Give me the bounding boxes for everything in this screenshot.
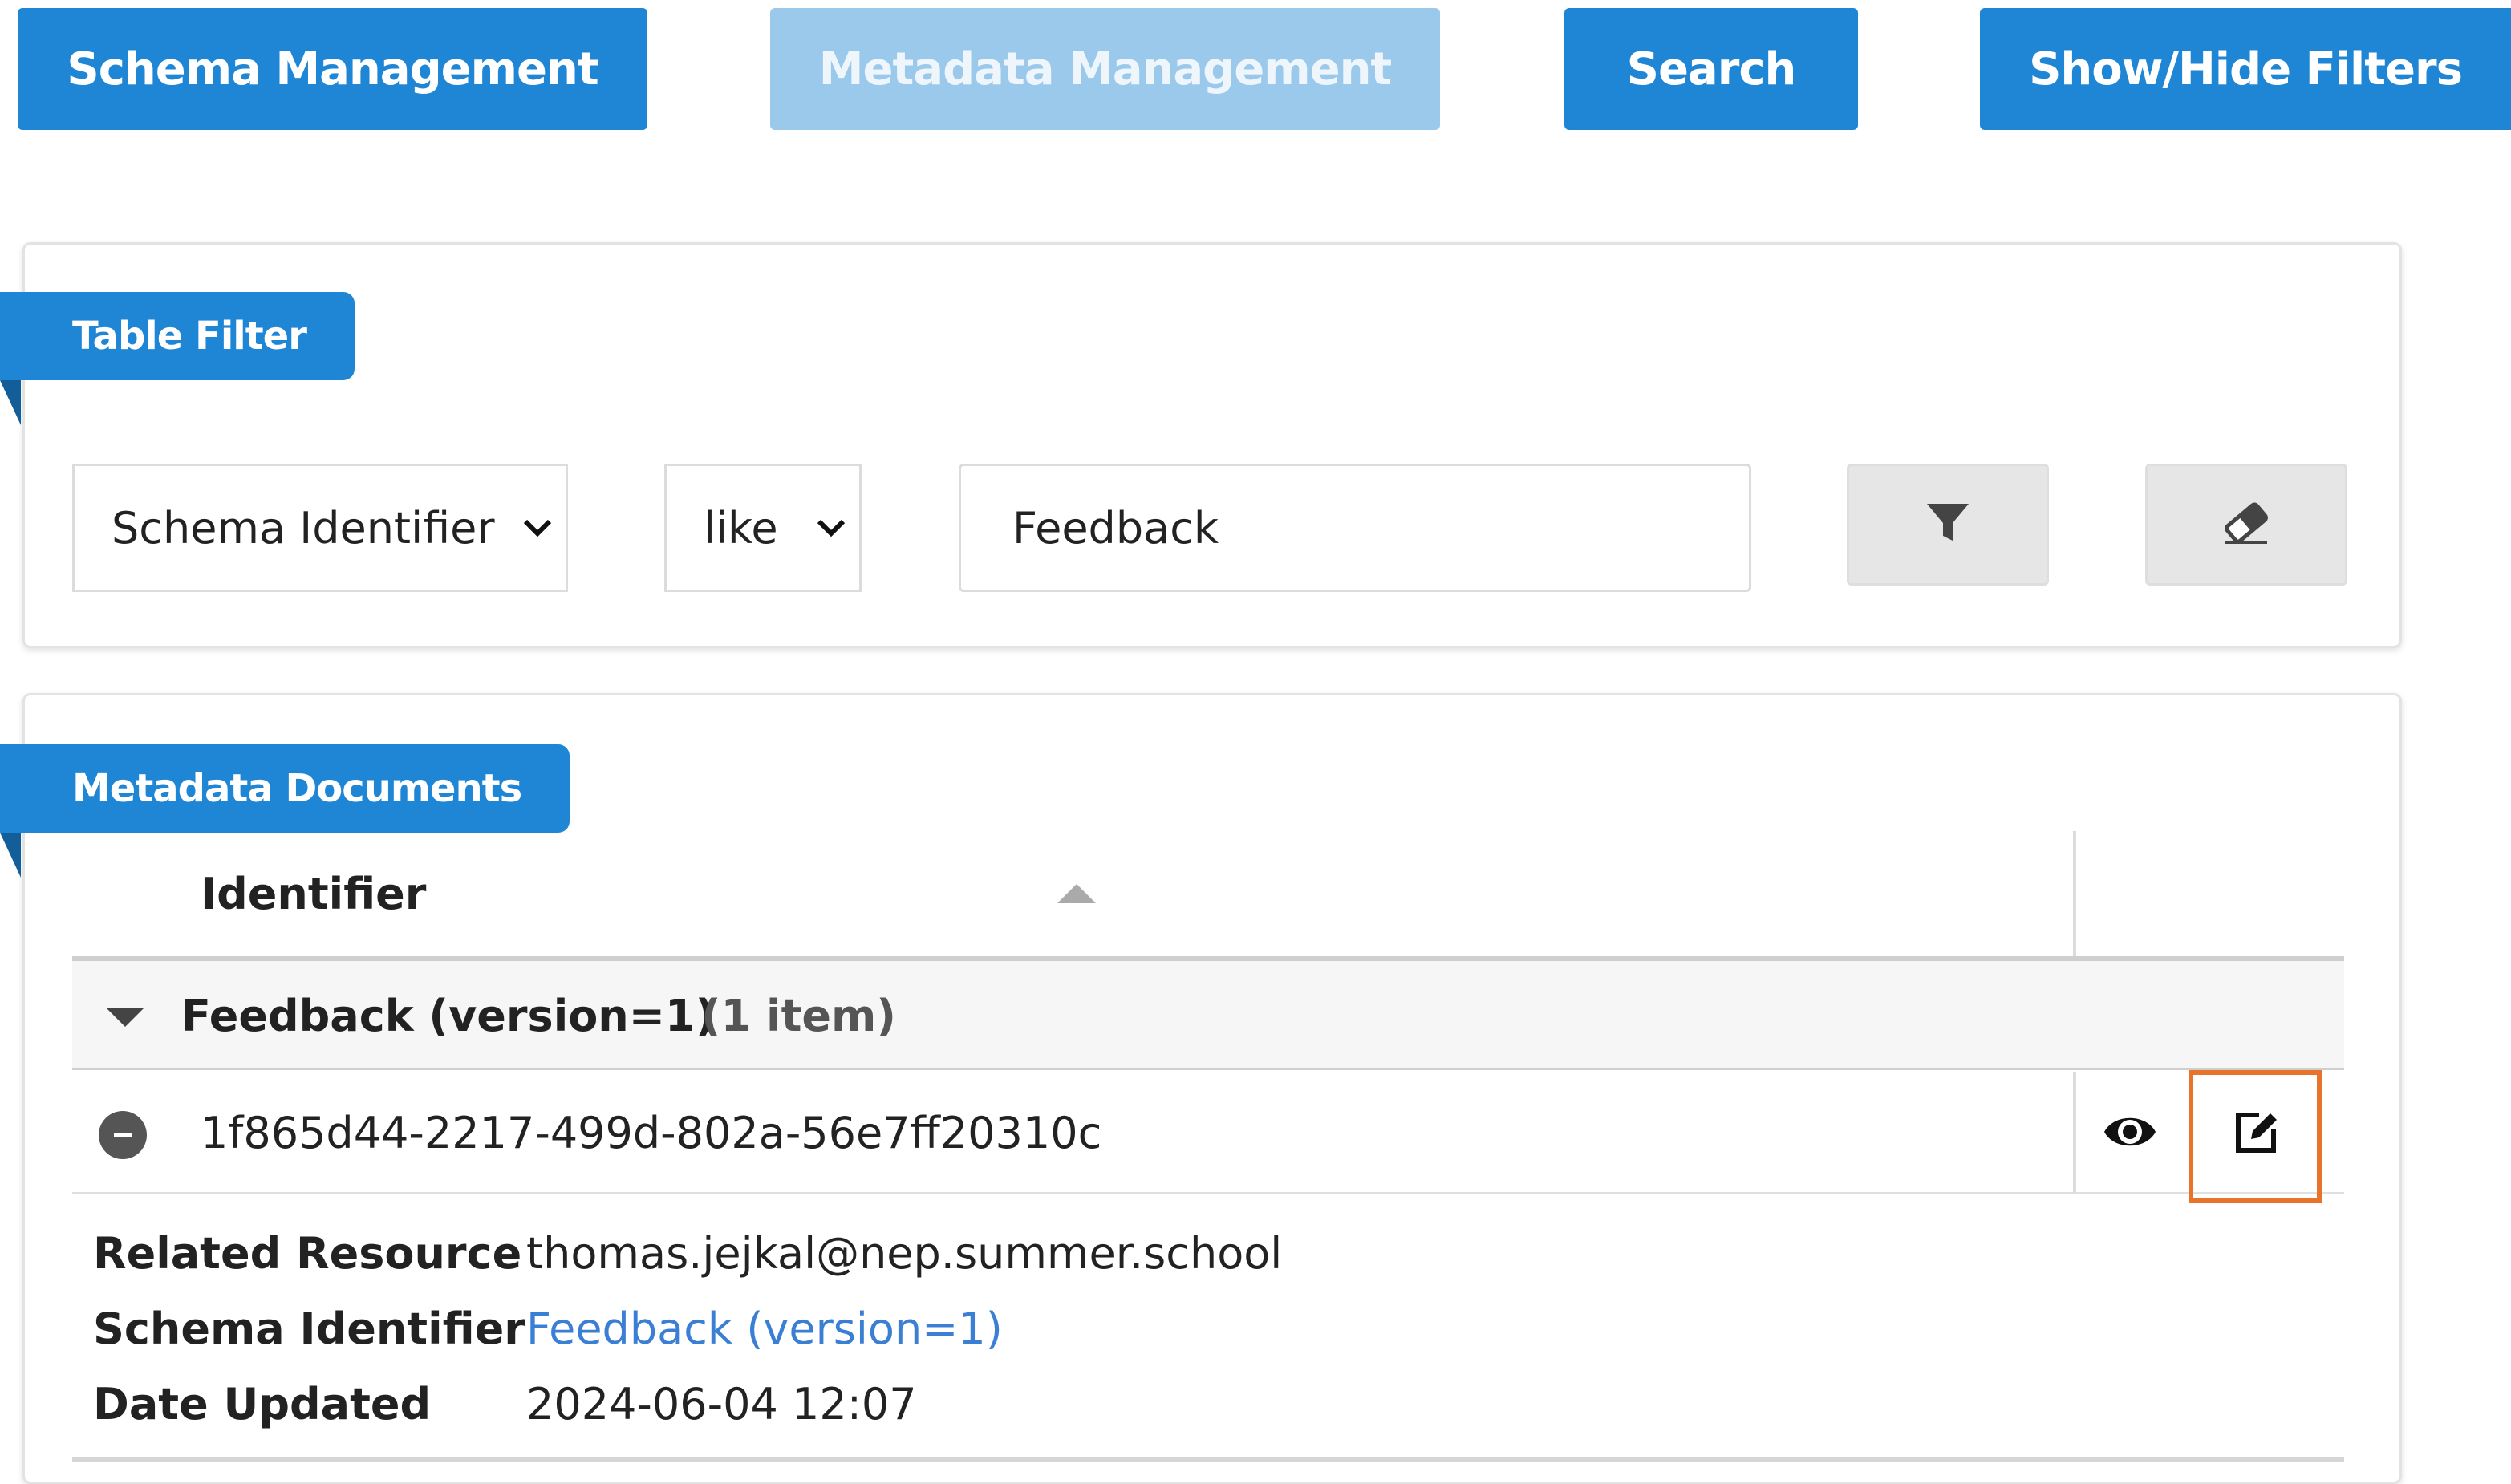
chevron-down-icon bbox=[803, 517, 859, 539]
filter-operator-select-value: like bbox=[704, 502, 778, 553]
metadata-management-button: Metadata Management bbox=[770, 8, 1440, 130]
sort-ascending-icon[interactable] bbox=[1056, 882, 1097, 908]
related-resource-label: Related Resource bbox=[93, 1228, 522, 1279]
metadata-documents-title: Metadata Documents bbox=[0, 744, 570, 833]
metadata-documents-title-text: Metadata Documents bbox=[72, 766, 522, 811]
ribbon-tail bbox=[0, 380, 21, 425]
collapse-row-icon[interactable] bbox=[98, 1110, 148, 1163]
row-identifier: 1f865d44-2217-499d-802a-56e7ff20310c bbox=[201, 1108, 1102, 1158]
schema-management-button[interactable]: Schema Management bbox=[18, 8, 647, 130]
group-count: (1 item) bbox=[701, 991, 896, 1041]
schema-identifier-label: Schema Identifier bbox=[93, 1304, 525, 1354]
date-updated-value: 2024-06-04 12:07 bbox=[526, 1379, 917, 1429]
edit-icon bbox=[2230, 1107, 2282, 1162]
related-resource-value: thomas.jejkal@nep.summer.school bbox=[526, 1228, 1283, 1279]
edit-button[interactable] bbox=[2189, 1070, 2322, 1203]
table-filter-title: Table Filter bbox=[0, 292, 355, 380]
filter-icon bbox=[1924, 499, 1972, 550]
group-label: Feedback (version=1) bbox=[181, 991, 716, 1041]
filter-field-select-value: Schema Identifier bbox=[112, 502, 495, 553]
date-updated-label: Date Updated bbox=[93, 1379, 432, 1429]
caret-down-icon[interactable] bbox=[104, 1006, 146, 1032]
eraser-icon bbox=[2221, 501, 2272, 549]
filter-field-select[interactable]: Schema Identifier bbox=[72, 464, 568, 592]
filter-value-text: Feedback bbox=[1012, 502, 1219, 553]
chevron-down-icon bbox=[509, 517, 566, 539]
table-bottom-border bbox=[72, 1457, 2344, 1462]
search-button[interactable]: Search bbox=[1564, 8, 1858, 130]
column-divider bbox=[2073, 1072, 2076, 1194]
table-filter-title-text: Table Filter bbox=[72, 314, 307, 359]
apply-filter-button[interactable] bbox=[1847, 464, 2049, 586]
eye-icon[interactable] bbox=[2102, 1109, 2158, 1158]
column-header-identifier[interactable]: Identifier bbox=[201, 866, 426, 922]
column-divider bbox=[2073, 831, 2076, 958]
ribbon-tail bbox=[0, 833, 21, 878]
clear-filter-button[interactable] bbox=[2145, 464, 2347, 586]
show-hide-filters-button[interactable]: Show/Hide Filters bbox=[1980, 8, 2511, 130]
schema-identifier-link[interactable]: Feedback (version=1) bbox=[526, 1303, 1003, 1356]
filter-value-input[interactable]: Feedback bbox=[959, 464, 1751, 592]
filter-operator-select[interactable]: like bbox=[664, 464, 862, 592]
